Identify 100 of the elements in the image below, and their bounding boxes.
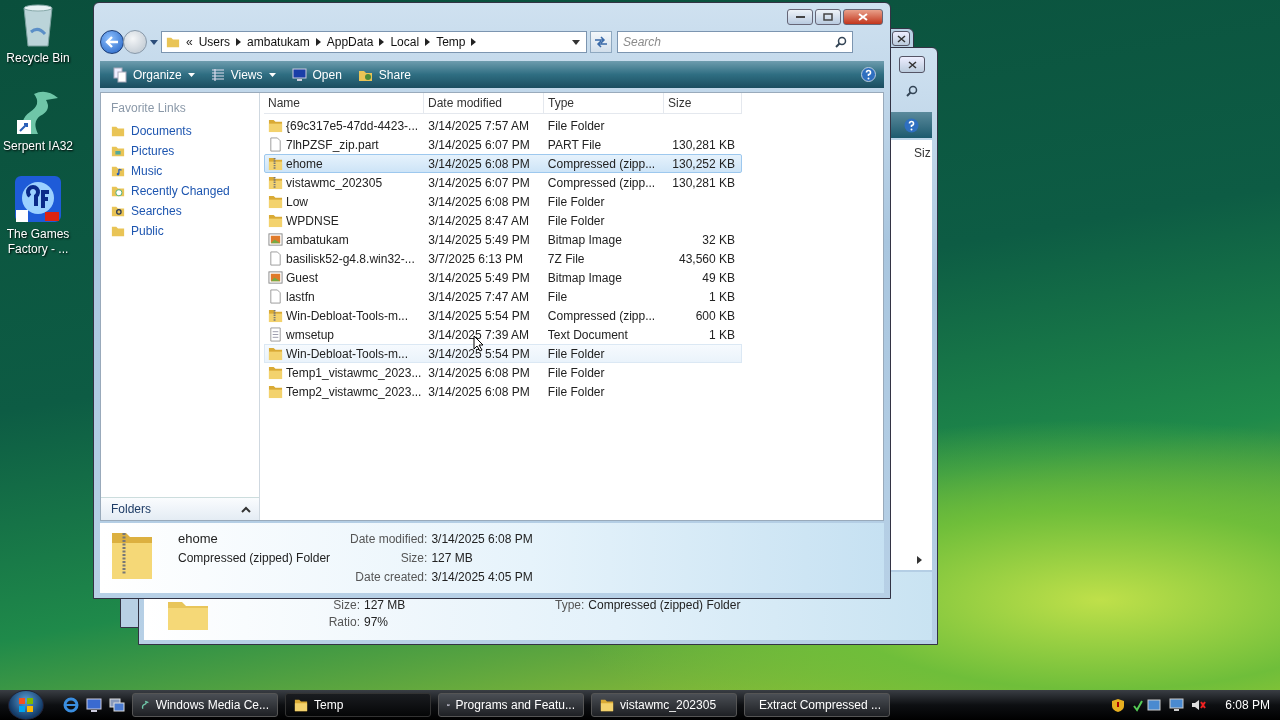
close-icon [896, 34, 906, 43]
start-button[interactable] [8, 690, 44, 720]
browser-e-icon[interactable] [63, 697, 79, 713]
folders-bar[interactable]: Folders [101, 497, 259, 520]
breadcrumb[interactable]: ambatukam [247, 35, 310, 49]
detail-label: Date modified: [350, 532, 428, 546]
breadcrumb-arrow-icon[interactable] [315, 38, 321, 46]
column-header[interactable]: Name [264, 93, 424, 113]
blank-file-icon [268, 251, 283, 266]
breadcrumb[interactable]: Local [390, 35, 420, 49]
file-row[interactable]: wmsetup 3/14/2025 7:39 AM Text Document 1 KB [264, 325, 742, 344]
muted-speaker-icon[interactable] [1191, 698, 1207, 712]
file-row[interactable]: basilisk52-g4.8.win32-... 3/7/2025 6:13 PM 7Z File 43,560 KB [264, 249, 742, 268]
file-row[interactable]: lastfn 3/14/2025 7:47 AM File 1 KB [264, 287, 742, 306]
column-header[interactable]: Siz [914, 146, 931, 160]
folders-label[interactable]: Folders [111, 502, 151, 516]
breadcrumb[interactable]: Temp [436, 35, 466, 49]
taskbar-button[interactable]: Windows Media Ce... [132, 693, 278, 717]
type-cell-text: Compressed (zipp... [546, 308, 657, 323]
clock[interactable]: 6:08 PM [1225, 698, 1270, 712]
file-row[interactable]: Guest 3/14/2025 5:49 PM Bitmap Image 49 KB [264, 268, 742, 287]
folder-icon [268, 346, 283, 361]
minimize-button[interactable] [787, 9, 813, 25]
help-icon[interactable] [904, 118, 919, 133]
file-row[interactable]: Win-Debloat-Tools-m... 3/14/2025 5:54 PM Compressed (zipp... 600 KB [264, 306, 742, 325]
search-icon[interactable] [906, 85, 918, 97]
clock-folder-icon [111, 184, 125, 198]
maximize-button[interactable] [815, 9, 841, 25]
file-name: basilisk52-g4.8.win32-... [286, 251, 415, 266]
scroll-right-arrow-icon[interactable] [917, 556, 922, 564]
section-title: Favorite Links [110, 100, 187, 117]
breadcrumb-arrow-icon[interactable] [471, 38, 477, 46]
file-row[interactable]: 7lhPZSF_zip.part 3/14/2025 6:07 PM PART File 130,281 KB [264, 135, 742, 154]
type-cell-text: Text Document [546, 327, 629, 342]
toolbar-button[interactable]: Share [352, 62, 416, 87]
file-row[interactable]: {69c317e5-47dd-4423-... 3/14/2025 7:57 AM File Folder [264, 116, 742, 135]
maximize-icon [823, 13, 833, 21]
taskbar-button[interactable]: Extract Compressed ... [744, 693, 890, 717]
taskbar-button[interactable]: vistawmc_202305 [591, 693, 737, 717]
windows-stack-icon[interactable] [109, 698, 125, 712]
type-cell-text: File Folder [546, 365, 606, 380]
close-button[interactable] [899, 56, 925, 73]
refresh-button[interactable] [590, 31, 612, 53]
file-row[interactable]: Low 3/14/2025 6:08 PM File Folder [264, 192, 742, 211]
close-button[interactable] [892, 31, 910, 46]
dropdown-caret-icon[interactable] [150, 39, 158, 45]
search-field[interactable]: Search [617, 31, 853, 53]
file-row[interactable]: Temp2_vistawmc_2023... 3/14/2025 6:08 PM File Folder [264, 382, 742, 401]
column-header[interactable]: Size [664, 93, 742, 113]
favorite-link[interactable]: Pictures [101, 141, 259, 161]
type-cell-text: Bitmap Image [546, 270, 623, 285]
close-icon [858, 13, 868, 21]
game-logo-icon[interactable] [13, 174, 63, 224]
address-bar[interactable]: « Users ambatukam AppData Local Temp [161, 31, 587, 53]
toolbar-button[interactable]: Open [286, 62, 347, 87]
file-row[interactable]: Win-Debloat-Tools-m... 3/14/2025 5:54 PM File Folder [264, 344, 742, 363]
list-view-icon [210, 67, 225, 82]
favorite-link[interactable]: Recently Changed [101, 181, 259, 201]
file-name: Temp1_vistawmc_2023... [286, 365, 422, 380]
folder-icon [600, 698, 614, 712]
breadcrumb[interactable]: Users [198, 35, 231, 49]
file-row[interactable]: ehome 3/14/2025 6:08 PM Compressed (zipp... 130,252 KB [264, 154, 742, 173]
breadcrumb[interactable]: AppData [326, 35, 374, 49]
desktop-icon[interactable] [86, 698, 102, 712]
folder-icon [111, 224, 125, 238]
file-row[interactable]: ambatukam 3/14/2025 5:49 PM Bitmap Image 32 KB [264, 230, 742, 249]
breadcrumb-arrow-icon[interactable] [236, 38, 242, 46]
toolbar-button[interactable]: Organize [108, 62, 200, 87]
desktop-icon-label[interactable]: The Games Factory - ... [0, 227, 76, 257]
monitor-icon[interactable] [1169, 698, 1185, 712]
recycle-bin-icon[interactable] [21, 2, 55, 48]
file-row[interactable]: Temp1_vistawmc_2023... 3/14/2025 6:08 PM File Folder [264, 363, 742, 382]
close-button[interactable] [843, 9, 883, 25]
help-icon[interactable] [861, 67, 876, 82]
date-cell-text: 3/14/2025 6:08 PM [427, 194, 531, 209]
breadcrumb-arrow-icon[interactable] [425, 38, 431, 46]
overflow-chevron[interactable]: « [186, 35, 193, 49]
favorite-link[interactable]: Searches [101, 201, 259, 221]
favorite-link[interactable]: Documents [101, 121, 259, 141]
column-header[interactable]: Type [544, 93, 664, 113]
file-row[interactable]: WPDNSE 3/14/2025 8:47 AM File Folder [264, 211, 742, 230]
desktop-icon-label[interactable]: Serpent IA32 [0, 139, 76, 154]
taskbar-button[interactable]: Temp [285, 693, 431, 717]
shield-icon[interactable] [1111, 697, 1126, 713]
toolbar-button[interactable]: Views [205, 62, 281, 87]
taskbar-button[interactable]: Programs and Featu... [438, 693, 584, 717]
network-icon[interactable] [1132, 697, 1163, 713]
column-header[interactable]: Date modified [424, 93, 544, 113]
size-cell-text: 49 KB [701, 270, 736, 285]
breadcrumb-arrow-icon[interactable] [379, 38, 385, 46]
favorite-link[interactable]: Public [101, 221, 259, 241]
size-cell-text: 32 KB [701, 232, 736, 247]
file-row[interactable]: vistawmc_202305 3/14/2025 6:07 PM Compressed (zipp... 130,281 KB [264, 173, 742, 192]
chevron-up-icon[interactable] [241, 505, 251, 513]
dropdown-caret-icon[interactable] [572, 39, 580, 45]
back-button[interactable] [100, 30, 124, 54]
music-note-icon [111, 164, 125, 178]
file-name: lastfn [286, 289, 315, 304]
favorite-link[interactable]: Music [101, 161, 259, 181]
desktop-icon-label[interactable]: Recycle Bin [0, 51, 76, 66]
